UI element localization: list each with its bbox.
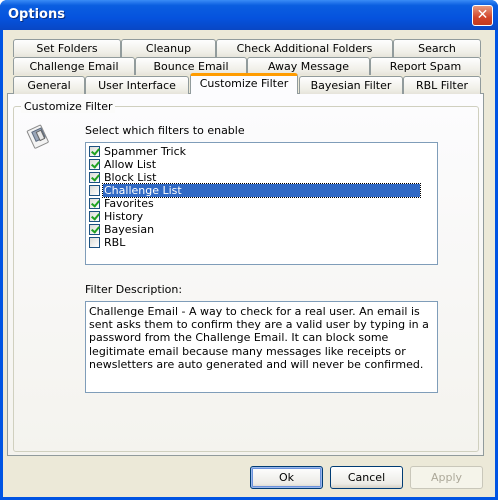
list-item[interactable]: Bayesian — [88, 223, 435, 236]
tab-user-interface[interactable]: User Interface — [85, 76, 189, 94]
tab-cleanup[interactable]: Cleanup — [121, 39, 216, 57]
list-item-label: Bayesian — [104, 223, 155, 236]
close-button[interactable]: ✕ — [472, 5, 493, 26]
list-item-label: Block List — [104, 171, 157, 184]
cancel-button[interactable]: Cancel — [330, 466, 403, 489]
tab-bayesian-filter[interactable]: Bayesian Filter — [299, 76, 403, 94]
window-title: Options — [8, 7, 65, 22]
ok-button[interactable]: Ok — [250, 466, 323, 489]
list-item[interactable]: RBL — [88, 236, 435, 249]
close-icon: ✕ — [476, 7, 489, 23]
tab-customize-filter[interactable]: Customize Filter — [190, 73, 298, 94]
list-item[interactable]: History — [88, 210, 435, 223]
list-item[interactable]: Spammer Trick — [88, 145, 435, 158]
checkbox-favorites[interactable] — [89, 198, 100, 209]
title-bar[interactable]: Options ✕ — [0, 0, 498, 30]
checkbox-rbl[interactable] — [89, 237, 100, 248]
tab-general[interactable]: General — [13, 76, 85, 94]
group-title: Customize Filter — [21, 100, 116, 113]
apply-button[interactable]: Apply — [410, 466, 483, 489]
filter-description-text[interactable]: Challenge Email - A way to check for a r… — [85, 301, 438, 393]
list-item-label: Favorites — [104, 197, 154, 210]
checkbox-challenge-list[interactable] — [89, 185, 100, 196]
checkbox-allow-list[interactable] — [89, 159, 100, 170]
list-item[interactable]: Favorites — [88, 197, 435, 210]
checkbox-bayesian[interactable] — [89, 224, 100, 235]
tab-set-folders[interactable]: Set Folders — [13, 39, 121, 57]
list-item-label: Spammer Trick — [104, 145, 187, 158]
checkbox-block-list[interactable] — [89, 172, 100, 183]
filter-icon — [26, 124, 49, 149]
list-item[interactable]: Block List — [88, 171, 435, 184]
list-item-label: History — [104, 210, 144, 223]
tab-report-spam[interactable]: Report Spam — [370, 57, 481, 75]
list-item-label: Allow List — [104, 158, 157, 171]
tab-challenge-email[interactable]: Challenge Email — [13, 57, 135, 75]
tab-check-additional-folders[interactable]: Check Additional Folders — [216, 39, 393, 57]
list-item-label: Challenge List — [102, 183, 421, 198]
list-item-selected[interactable]: Challenge List — [88, 183, 435, 198]
checkbox-spammer-trick[interactable] — [89, 146, 100, 157]
filter-description-label: Filter Description: — [85, 283, 183, 296]
filters-prompt: Select which filters to enable — [85, 124, 245, 137]
tab-search[interactable]: Search — [393, 39, 481, 57]
filter-checklist[interactable]: Spammer Trick Allow List Block List Chal… — [85, 142, 438, 265]
list-item-label: RBL — [104, 236, 126, 249]
checkbox-history[interactable] — [89, 211, 100, 222]
list-item[interactable]: Allow List — [88, 158, 435, 171]
tab-rbl-filter[interactable]: RBL Filter — [403, 76, 481, 94]
